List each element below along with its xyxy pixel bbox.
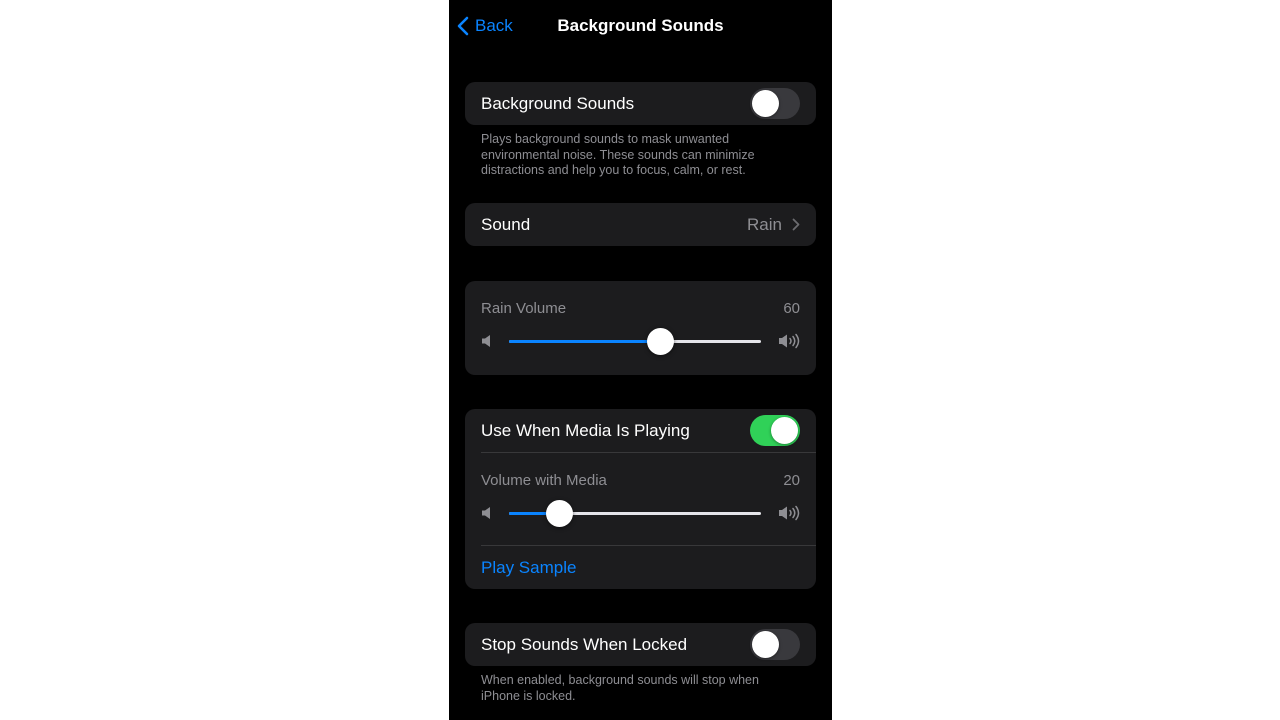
slider-fill xyxy=(509,340,661,343)
slider-thumb[interactable] xyxy=(646,328,674,355)
play-sample-label: Play Sample xyxy=(481,557,577,577)
background-sounds-footnote: Plays background sounds to mask unwanted… xyxy=(481,132,755,177)
play-sample-button[interactable]: Play Sample xyxy=(465,546,816,589)
background-sounds-toggle[interactable] xyxy=(750,88,800,119)
speaker-low-icon xyxy=(482,335,490,347)
media-volume-slider[interactable] xyxy=(509,500,761,527)
media-volume-label: Volume with Media xyxy=(481,472,607,489)
speaker-high-icon xyxy=(779,333,800,349)
rain-volume-value: 60 xyxy=(783,300,800,317)
rain-volume-label: Rain Volume xyxy=(481,300,567,317)
media-group: Use When Media Is Playing Volume with Me… xyxy=(465,409,816,589)
background-sounds-group: Background Sounds xyxy=(465,82,816,125)
sound-row[interactable]: Sound Rain xyxy=(465,203,816,246)
use-when-media-row: Use When Media Is Playing xyxy=(465,409,816,452)
sound-value-label: Rain xyxy=(747,214,782,234)
use-when-media-toggle[interactable] xyxy=(750,415,800,446)
toggle-knob xyxy=(752,90,779,117)
sound-group: Sound Rain xyxy=(465,203,816,246)
chevron-right-icon xyxy=(792,218,800,231)
toggle-knob xyxy=(752,631,779,658)
rain-volume-group: Rain Volume 60 xyxy=(465,281,816,375)
slider-thumb[interactable] xyxy=(545,500,573,527)
rain-volume-slider[interactable] xyxy=(509,328,761,355)
stop-locked-row: Stop Sounds When Locked xyxy=(465,623,816,666)
background-sounds-row: Background Sounds xyxy=(465,82,816,125)
speaker-high-icon xyxy=(779,505,800,521)
speaker-low-icon xyxy=(482,507,490,519)
navigation-bar: Back Background Sounds xyxy=(449,0,832,52)
stop-locked-footnote: When enabled, background sounds will sto… xyxy=(481,673,759,703)
media-volume-block: Volume with Media 20 xyxy=(465,453,816,545)
page-title: Background Sounds xyxy=(557,16,724,35)
stop-locked-group: Stop Sounds When Locked xyxy=(465,623,816,666)
media-volume-value: 20 xyxy=(783,472,800,489)
toggle-knob xyxy=(771,417,798,444)
media-volume-header: Volume with Media 20 xyxy=(481,472,800,489)
phone-screen: Back Background Sounds Background Sounds… xyxy=(449,0,832,720)
sound-value[interactable]: Rain xyxy=(747,203,800,246)
stop-locked-toggle[interactable] xyxy=(750,629,800,660)
rain-volume-header: Rain Volume 60 xyxy=(481,300,800,317)
rain-volume-block: Rain Volume 60 xyxy=(465,281,816,375)
